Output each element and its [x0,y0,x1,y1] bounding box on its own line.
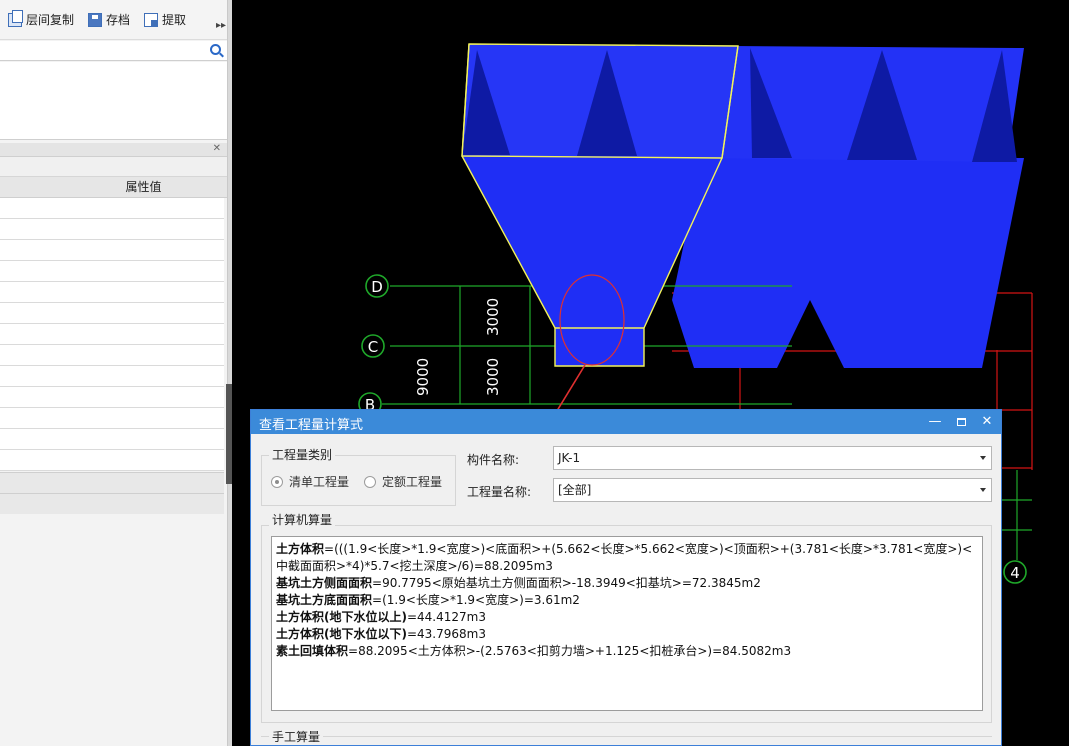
manual-quantity-group [261,736,992,746]
copy-icon [8,9,23,27]
formula-name: 基坑土方侧面面积 [276,576,373,590]
component-name-label: 构件名称: [467,453,520,467]
maximize-button[interactable] [951,412,971,432]
extract-icon [144,12,159,27]
formula-expr: =90.7795<原始基坑土方侧面面积>-18.3949<扣基坑>=72.384… [372,576,761,590]
property-row[interactable] [0,282,224,303]
minimize-button[interactable]: — [925,412,945,432]
property-panel-bar [0,157,227,177]
dimension-labels: 3000 3000 9000 [414,298,502,396]
formula-line: 基坑土方侧面面积=90.7795<原始基坑土方侧面面积>-18.3949<扣基坑… [276,575,978,592]
save-label: 存档 [106,13,131,27]
quantity-type-group-label: 工程量类别 [269,446,336,463]
floor-copy-label: 层间复制 [26,13,75,27]
radio-unchecked-icon [364,475,376,488]
component-tree[interactable] [0,62,227,140]
property-row[interactable] [0,219,224,240]
radio-quota-label: 定额工程量 [382,475,443,489]
radio-quota-quantity[interactable]: 定额工程量 [364,473,442,490]
property-row[interactable] [0,198,224,219]
formula-line: 素土回填体积=88.2095<土方体积>-(2.5763<扣剪力墙>+1.125… [276,643,978,660]
chevron-down-icon [980,456,986,460]
radio-bill-quantity[interactable]: 清单工程量 [271,473,349,490]
dimension-label-lower: 3000 [484,358,502,396]
property-row[interactable] [0,366,224,387]
property-value-column-header: 属性值 [0,177,227,198]
formula-name: 素土回填体积 [276,644,349,658]
left-panel: 层间复制 存档 提取 ▸▸ ✕ 属性值 [0,0,228,746]
left-footer [0,472,224,514]
formula-expr: =43.7968m3 [406,627,486,641]
floor-copy-button[interactable]: 层间复制 [8,9,75,28]
formula-expr: =44.4127m3 [406,610,486,624]
dimension-label-total: 9000 [414,358,432,396]
quantity-name-select[interactable]: [全部] [553,478,992,502]
radio-checked-icon [271,475,283,488]
dialog-title: 查看工程量计算式 [259,418,364,433]
toolbar-overflow-icon[interactable]: ▸▸ [216,20,226,31]
save-button[interactable]: 存档 [88,11,130,28]
property-row[interactable] [0,303,224,324]
property-row[interactable] [0,450,224,471]
maximize-icon [956,418,966,426]
quantity-name-label: 工程量名称: [467,485,532,499]
formula-name: 土方体积(地下水位以下) [276,627,407,641]
manual-quantity-group-label: 手工算量 [269,728,324,745]
property-row[interactable] [0,240,224,261]
formula-expr: =(1.9<长度>*1.9<宽度>)=3.61m2 [372,593,580,607]
formula-expr: =(((1.9<长度>*1.9<宽度>)<底面积>+(5.662<长度>*5.6… [276,542,973,573]
search-icon[interactable] [210,44,221,55]
search-input[interactable] [0,41,227,61]
computed-quantity-group-label: 计算机算量 [269,511,336,528]
property-row[interactable] [0,408,224,429]
property-row[interactable] [0,324,224,345]
radio-bill-label: 清单工程量 [289,475,350,489]
dimension-label-upper: 3000 [484,298,502,336]
dialog-titlebar[interactable]: 查看工程量计算式 — ✕ [251,410,1001,434]
axis-label-d: D [371,278,383,296]
formula-name: 基坑土方底面面积 [276,593,373,607]
toolbar: 层间复制 存档 提取 [0,0,227,40]
property-row[interactable] [0,387,224,408]
formula-line: 基坑土方底面面积=(1.9<长度>*1.9<宽度>)=3.61m2 [276,592,978,609]
formula-line: 土方体积=(((1.9<长度>*1.9<宽度>)<底面积>+(5.662<长度>… [276,541,978,575]
quantity-name-value: [全部] [558,483,592,497]
formula-line: 土方体积(地下水位以下)=43.7968m3 [276,626,978,643]
property-row[interactable] [0,261,224,282]
extract-button[interactable]: 提取 [144,11,186,28]
formula-textbox[interactable]: 土方体积=(((1.9<长度>*1.9<宽度>)<底面积>+(5.662<长度>… [271,536,983,711]
property-row[interactable] [0,345,224,366]
close-icon[interactable]: ✕ [213,143,221,154]
property-panel-header: ✕ [0,143,227,157]
component-name-value: JK-1 [558,451,581,465]
formula-line: 土方体积(地下水位以上)=44.4127m3 [276,609,978,626]
close-button[interactable]: ✕ [977,412,997,432]
formula-name: 土方体积 [276,542,325,556]
formula-name: 土方体积(地下水位以上) [276,610,407,624]
extract-label: 提取 [162,13,187,27]
property-row[interactable] [0,429,224,450]
component-name-select[interactable]: JK-1 [553,446,992,470]
formula-expr: =88.2095<土方体积>-(2.5763<扣剪力墙>+1.125<扣桩承台>… [348,644,792,658]
axis-label-4: 4 [1010,564,1020,582]
quantity-formula-dialog: 查看工程量计算式 — ✕ 工程量类别 清单工程量 定额工程量 构件名称: JK-… [250,409,1002,746]
property-rows [0,198,224,471]
axis-label-c: C [368,338,378,356]
save-icon [88,12,103,27]
chevron-down-icon [980,488,986,492]
